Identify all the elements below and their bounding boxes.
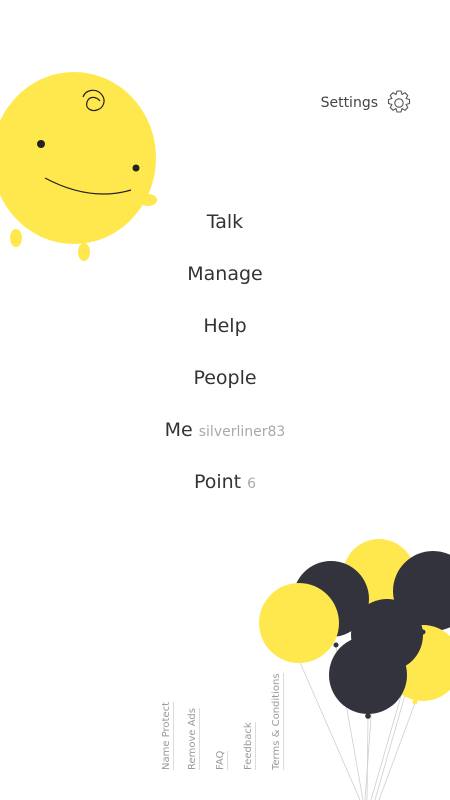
settings-label: Settings [320, 95, 378, 111]
menu-manage-label: Manage [187, 263, 263, 285]
menu-item-help[interactable]: Help [203, 304, 246, 356]
menu-point-label: Point [193, 471, 242, 493]
feedback-label: Feedback [243, 722, 254, 770]
menu-people-label: People [193, 367, 257, 389]
balloons-illustration [259, 539, 450, 800]
footer-link-name-protect[interactable]: Name Protect [161, 701, 174, 770]
gear-icon [387, 90, 411, 113]
menu-item-talk[interactable]: Talk [207, 200, 243, 252]
footer-link-terms[interactable]: Terms & Conditions [271, 673, 284, 770]
faq-label: FAQ [215, 750, 226, 770]
main-menu: Talk Manage Help People Me silverliner83… [0, 200, 450, 512]
menu-talk-label: Talk [206, 211, 244, 233]
menu-point-value: 6 [247, 476, 257, 492]
menu-me-label: Me [164, 419, 193, 441]
menu-item-point[interactable]: Point 6 [194, 460, 256, 512]
menu-me-username: silverliner83 [198, 424, 286, 440]
settings-button[interactable]: Settings [321, 88, 414, 118]
menu-item-manage[interactable]: Manage [187, 252, 262, 304]
footer-link-feedback[interactable]: Feedback [243, 722, 256, 770]
footer-link-faq[interactable]: FAQ [215, 750, 228, 770]
name-protect-label: Name Protect [161, 701, 172, 770]
footer-link-remove-ads[interactable]: Remove Ads [187, 708, 200, 770]
menu-item-me[interactable]: Me silverliner83 [165, 408, 286, 460]
menu-help-label: Help [203, 315, 247, 337]
remove-ads-label: Remove Ads [187, 708, 198, 770]
terms-label: Terms & Conditions [271, 673, 282, 770]
menu-item-people[interactable]: People [193, 356, 256, 408]
